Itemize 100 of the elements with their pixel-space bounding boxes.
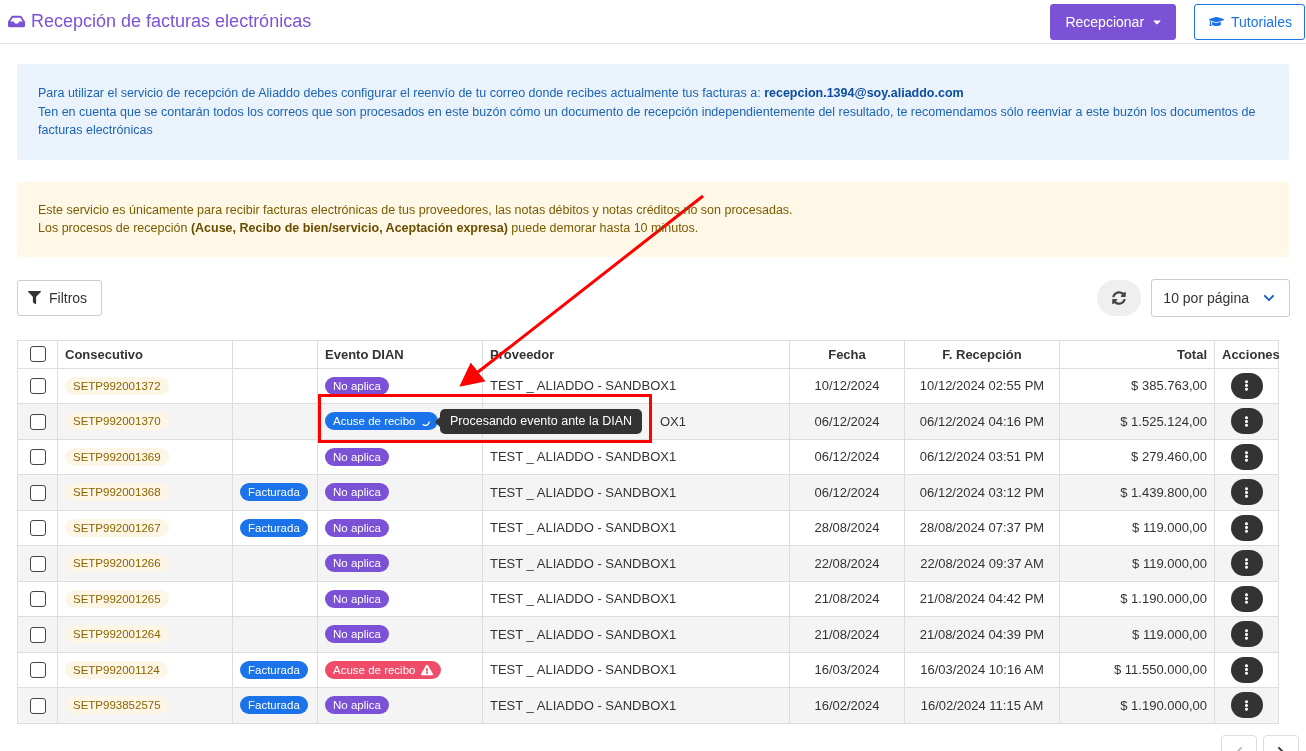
table-cell: 16/03/2024: [789, 652, 905, 688]
table-cell: TEST _ ALIADDO - SANDBOX1: [490, 662, 677, 678]
refresh-button[interactable]: [1097, 279, 1142, 316]
actions-button[interactable]: [1230, 479, 1263, 506]
table-cell: TEST _ ALIADDO - SANDBOX1: [490, 484, 677, 500]
status-badge: Facturada: [240, 483, 308, 502]
column-header: Consecutivo: [57, 340, 233, 368]
filter-button[interactable]: Filtros: [17, 279, 103, 316]
event-badge: No aplica: [325, 696, 389, 715]
table-cell: 06/12/2024: [789, 439, 905, 475]
consecutive-tag: SETP992001266: [65, 554, 169, 573]
row-checkbox[interactable]: [29, 697, 46, 714]
event-badge: Acuse de recibo: [325, 660, 442, 679]
alert-text: Ten en cuenta que se contarán todos los correos que son procesados en este buzón cómo un documento de recepción independientemente del resultado, te recomendamos sólo reenviar a este buzón los documentos de facturas electrónicas: [38, 103, 1257, 139]
event-badge: No aplica: [325, 483, 389, 502]
table-cell: 10/12/2024 02:55 PM: [904, 368, 1060, 404]
table-cell: 21/08/2024: [789, 581, 905, 617]
filter-icon: [28, 291, 41, 304]
column-header: Evento DIAN: [317, 340, 483, 368]
consecutive-tag: SETP992001368: [65, 483, 169, 502]
table-cell: 22/08/2024 09:37 AM: [904, 545, 1060, 581]
row-checkbox[interactable]: [29, 520, 46, 537]
table-cell: 06/12/2024: [789, 474, 905, 510]
row-checkbox[interactable]: [29, 662, 46, 679]
alert-text: Para utilizar el servicio de recepción de Aliaddo debes configurar el reenvío de tu correo donde recibes actualmente tus facturas a: recepcion.1394@soy.aliaddo.com: [38, 85, 964, 102]
column-header: Acciones: [1214, 340, 1279, 368]
table-cell: $ 119.000,00: [1059, 616, 1215, 652]
table-cell: 06/12/2024: [789, 403, 905, 439]
column-header: Fecha: [789, 340, 905, 368]
refresh-icon: [1112, 290, 1127, 305]
column-header: Total: [1059, 340, 1215, 368]
actions-button[interactable]: [1230, 656, 1263, 683]
column-header: F. Recepción: [904, 340, 1060, 368]
actions-button[interactable]: [1230, 692, 1263, 719]
warning-icon: [421, 663, 434, 676]
table-cell: $ 279.460,00: [1059, 439, 1215, 475]
table-cell: OX1: [660, 413, 686, 429]
table-cell: 06/12/2024 03:12 PM: [904, 474, 1060, 510]
table-cell: TEST _ ALIADDO - SANDBOX1: [490, 378, 677, 394]
table-cell: 21/08/2024 04:42 PM: [904, 581, 1060, 617]
status-badge: Facturada: [240, 518, 308, 537]
event-badge: Acuse de recibo: [325, 412, 439, 431]
status-badge: Facturada: [240, 660, 308, 679]
table-cell: 16/02/2024: [789, 687, 905, 723]
table-cell: $ 1.190.000,00: [1059, 687, 1215, 723]
actions-button[interactable]: [1230, 372, 1263, 399]
table-cell: 16/02/2024 11:15 AM: [904, 687, 1060, 723]
table-cell: $ 1.190.000,00: [1059, 581, 1215, 617]
event-badge: No aplica: [325, 376, 389, 395]
consecutive-tag: SETP992001372: [65, 376, 169, 395]
table-cell: TEST _ ALIADDO - SANDBOX1: [490, 626, 677, 642]
consecutive-tag: SETP993852575: [65, 696, 169, 715]
alert-text: Este servicio es únicamente para recibir facturas electrónicas de tus proveedores, las notas débitos y notas créditos no son procesadas.: [38, 201, 793, 219]
event-badge: No aplica: [325, 625, 389, 644]
actions-button[interactable]: [1230, 585, 1263, 612]
table-cell: TEST _ ALIADDO - SANDBOX1: [490, 449, 677, 465]
table-cell: 10/12/2024: [789, 368, 905, 404]
tooltip: Procesando evento ante la DIAN: [440, 409, 643, 434]
table-cell: $ 385.763,00: [1059, 368, 1215, 404]
tutorial-button[interactable]: Tutoriales: [1194, 3, 1305, 40]
actions-button[interactable]: [1230, 514, 1263, 541]
actions-button[interactable]: [1230, 621, 1263, 648]
row-checkbox[interactable]: [29, 484, 46, 501]
event-badge: No aplica: [325, 589, 389, 608]
table-cell: 06/12/2024 04:16 PM: [904, 403, 1060, 439]
actions-button[interactable]: [1230, 443, 1263, 470]
actions-button[interactable]: [1230, 550, 1263, 577]
table-cell: TEST _ ALIADDO - SANDBOX1: [490, 591, 677, 607]
consecutive-tag: SETP992001369: [65, 447, 169, 466]
table-cell: $ 1.525.124,00: [1059, 403, 1215, 439]
row-checkbox[interactable]: [29, 555, 46, 572]
event-badge: No aplica: [325, 447, 389, 466]
graduation-cap-icon: [1209, 14, 1225, 29]
row-checkbox[interactable]: [29, 591, 46, 608]
table-cell: TEST _ ALIADDO - SANDBOX1: [490, 697, 677, 713]
table-cell: $ 11.550.000,00: [1059, 652, 1215, 688]
consecutive-tag: SETP992001124: [65, 660, 168, 679]
table-cell: 21/08/2024 04:39 PM: [904, 616, 1060, 652]
event-badge: No aplica: [325, 554, 389, 573]
title-text: Recepción de facturas electrónicas: [31, 11, 312, 32]
table-cell: TEST _ ALIADDO - SANDBOX1: [490, 555, 677, 571]
dropdown-button[interactable]: Recepcionar: [1050, 3, 1177, 40]
consecutive-tag: SETP992001264: [65, 625, 169, 644]
page-size-select[interactable]: 10 por página: [1151, 278, 1290, 317]
row-checkbox[interactable]: [29, 626, 46, 643]
status-badge: Facturada: [240, 696, 308, 715]
table-cell: 06/12/2024 03:51 PM: [904, 439, 1060, 475]
row-checkbox[interactable]: [29, 449, 46, 466]
select-all-checkbox[interactable]: [29, 346, 46, 363]
row-checkbox[interactable]: [29, 378, 46, 395]
table-cell: 22/08/2024: [789, 545, 905, 581]
actions-button[interactable]: [1230, 408, 1263, 435]
table-cell: $ 119.000,00: [1059, 510, 1215, 546]
consecutive-tag: SETP992001265: [65, 589, 169, 608]
table-cell: 16/03/2024 10:16 AM: [904, 652, 1060, 688]
consecutive-tag: SETP992001267: [65, 518, 169, 537]
table-cell: 28/08/2024: [789, 510, 905, 546]
row-checkbox[interactable]: [29, 413, 46, 430]
consecutive-tag: SETP992001370: [65, 412, 169, 431]
table-cell: 21/08/2024: [789, 616, 905, 652]
